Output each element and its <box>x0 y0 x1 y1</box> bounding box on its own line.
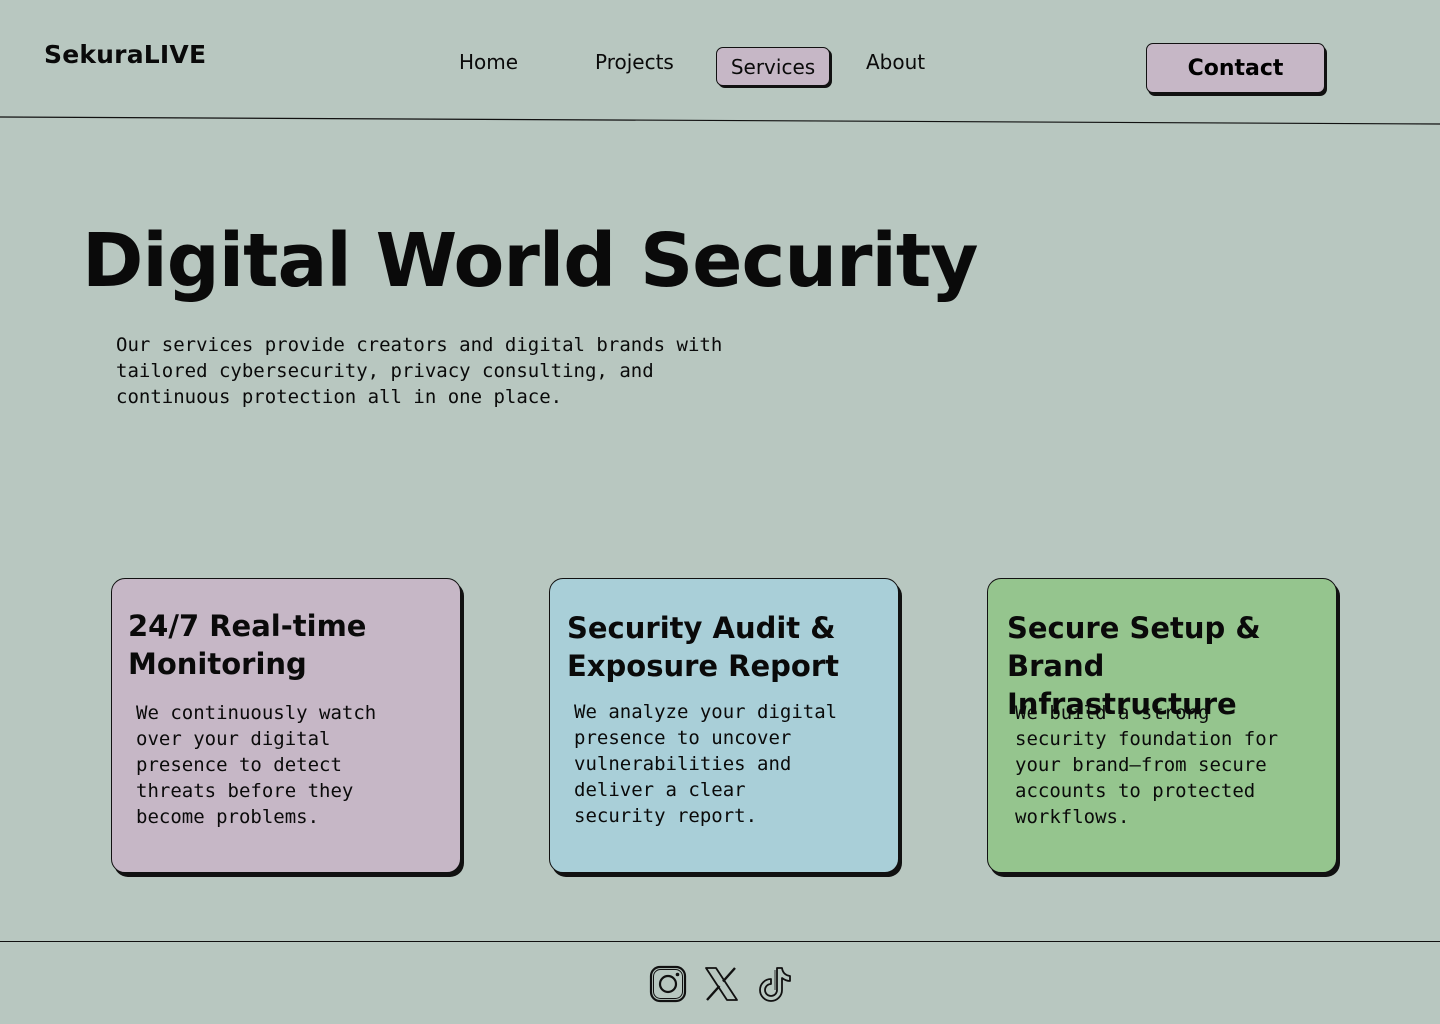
hero-description: Our services provide creators and digita… <box>116 334 723 408</box>
nav-about[interactable]: About <box>866 50 925 74</box>
hero-title: Digital World Security <box>82 218 978 304</box>
card-title: 24/7 Real-time Monitoring <box>128 609 367 681</box>
service-card-monitoring[interactable]: 24/7 Real-time Monitoring We continuousl… <box>111 578 461 873</box>
x-icon[interactable] <box>699 962 743 1006</box>
instagram-icon[interactable] <box>646 962 690 1006</box>
card-title: Security Audit & Exposure Report <box>567 611 840 683</box>
card-description: We analyze your digital presence to unco… <box>574 701 838 827</box>
logo[interactable]: SekuraLIVE <box>44 40 206 69</box>
tiktok-icon[interactable] <box>753 962 797 1006</box>
card-description: We build a strong security foundation fo… <box>1015 702 1279 828</box>
footer-divider <box>0 941 1440 942</box>
nav-services-active[interactable]: Services <box>716 47 830 86</box>
card-description: We continuously watch over your digital … <box>136 702 377 828</box>
service-card-audit[interactable]: Security Audit & Exposure Report We anal… <box>549 578 899 873</box>
page: SekuraLIVE Home Projects Services About … <box>0 0 1440 1024</box>
nav-home[interactable]: Home <box>459 50 518 74</box>
contact-button[interactable]: Contact <box>1146 43 1325 93</box>
nav-projects[interactable]: Projects <box>595 50 674 74</box>
service-card-setup[interactable]: Secure Setup & Brand Infrastructure We b… <box>987 578 1337 873</box>
